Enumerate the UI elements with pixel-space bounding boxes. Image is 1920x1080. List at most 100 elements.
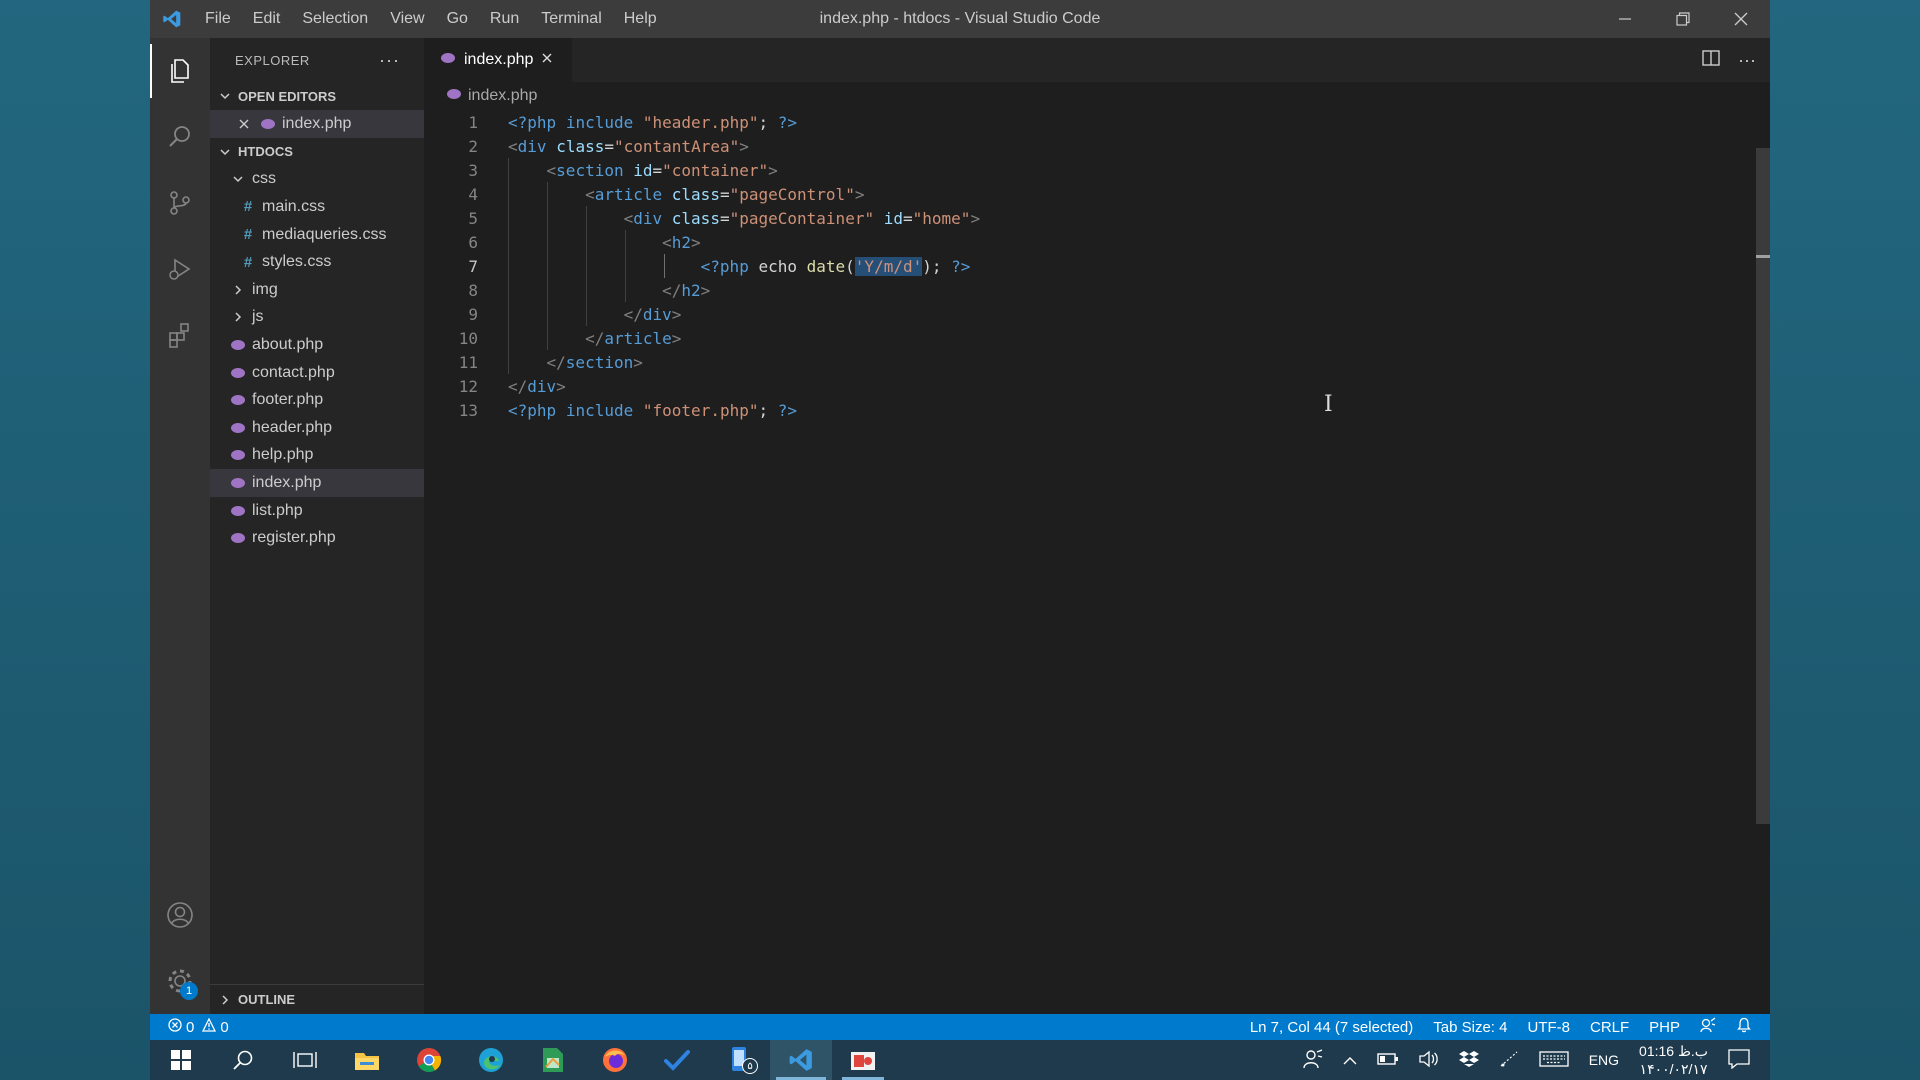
file-label: register.php <box>252 529 336 547</box>
file-footer-php[interactable]: footer.php <box>210 386 424 414</box>
file-label: help.php <box>252 446 314 464</box>
editor-area: index.php ··· index.php 1 <?php include … <box>424 38 1770 1014</box>
close-window-button[interactable] <box>1712 0 1770 38</box>
account-icon[interactable] <box>150 882 210 948</box>
code-line: 12 </div> <box>424 374 1770 398</box>
people-icon[interactable] <box>1302 1048 1323 1072</box>
file-main-css[interactable]: # main.css <box>210 193 424 221</box>
run-debug-icon[interactable] <box>150 236 210 302</box>
file-contact-php[interactable]: contact.php <box>210 359 424 387</box>
css-file-icon: # <box>243 253 253 271</box>
open-editors-label: OPEN EDITORS <box>238 88 337 104</box>
action-center-icon[interactable] <box>1728 1048 1750 1072</box>
more-actions-icon[interactable]: ··· <box>379 50 400 71</box>
menu-file[interactable]: File <box>194 10 242 28</box>
file-index-php[interactable]: index.php <box>210 469 424 497</box>
line-number: 11 <box>458 352 478 372</box>
restore-button[interactable] <box>1654 0 1712 38</box>
chrome-icon[interactable] <box>398 1040 460 1080</box>
search-icon[interactable] <box>150 104 210 170</box>
search-icon[interactable] <box>212 1040 274 1080</box>
menu-go[interactable]: Go <box>436 10 479 28</box>
file-header-php[interactable]: header.php <box>210 414 424 442</box>
keyboard-icon[interactable] <box>1539 1050 1569 1071</box>
code-text: <?php include "footer.php"; ?> <box>508 400 798 420</box>
todo-icon[interactable] <box>646 1040 708 1080</box>
windows-start-icon[interactable] <box>150 1040 212 1080</box>
end-of-line[interactable]: CRLF <box>1590 1019 1629 1036</box>
breadcrumb-file[interactable]: index.php <box>468 87 537 105</box>
tab-index-php[interactable]: index.php <box>424 38 572 82</box>
file-list-php[interactable]: list.php <box>210 497 424 525</box>
editor-actions: ··· <box>1702 38 1756 82</box>
task-view-icon[interactable] <box>274 1040 336 1080</box>
close-icon[interactable] <box>234 118 254 130</box>
folder-label: img <box>252 280 278 298</box>
workbench: 1 EXPLORER ··· OPEN EDITORS index.php HT… <box>150 38 1770 1014</box>
phone-icon[interactable]: ۵ <box>708 1040 770 1080</box>
file-styles-css[interactable]: # styles.css <box>210 248 424 276</box>
folder-img[interactable]: img <box>210 276 424 304</box>
menu-run[interactable]: Run <box>479 10 530 28</box>
code-editor[interactable]: 1 <?php include "header.php"; ?> 2 <div … <box>424 110 1770 1014</box>
volume-icon[interactable] <box>1419 1050 1439 1071</box>
settings-badge: 1 <box>180 982 198 1000</box>
chevron-down-icon <box>216 146 234 158</box>
desktop-background-right <box>1770 0 1920 1080</box>
folder-label: js <box>252 308 264 326</box>
source-control-icon[interactable] <box>150 170 210 236</box>
more-actions-icon[interactable]: ··· <box>1738 50 1756 71</box>
folder-js[interactable]: js <box>210 304 424 332</box>
chevron-down-icon <box>216 90 234 102</box>
scrollbar-cursor-marker <box>1756 255 1770 258</box>
file-register-php[interactable]: register.php <box>210 524 424 552</box>
htdocs-folder-header[interactable]: HTDOCS <box>210 138 424 166</box>
sheets-icon[interactable] <box>522 1040 584 1080</box>
explorer-icon[interactable] <box>150 38 210 104</box>
snip-icon[interactable] <box>832 1040 894 1080</box>
file-label: contact.php <box>252 363 335 381</box>
file-help-php[interactable]: help.php <box>210 442 424 470</box>
folder-css[interactable]: css <box>210 166 424 194</box>
extensions-icon[interactable] <box>150 302 210 368</box>
dropbox-icon[interactable] <box>1458 1050 1479 1071</box>
clock[interactable]: 01:16 ب.ظ ۱۴۰۰/۰۲/۱۷ <box>1639 1042 1708 1078</box>
battery-icon[interactable] <box>1376 1052 1399 1069</box>
file-label: about.php <box>252 335 324 353</box>
minimize-button[interactable] <box>1596 0 1654 38</box>
line-number: 13 <box>458 400 478 420</box>
chevron-up-icon[interactable] <box>1343 1052 1357 1068</box>
network-icon[interactable] <box>1499 1050 1519 1071</box>
file-about-php[interactable]: about.php <box>210 331 424 359</box>
php-file-icon <box>228 394 248 406</box>
open-editors-header[interactable]: OPEN EDITORS <box>210 82 424 110</box>
tab-size[interactable]: Tab Size: 4 <box>1433 1019 1507 1036</box>
open-editor-item[interactable]: index.php <box>210 110 424 138</box>
language-mode[interactable]: PHP <box>1649 1019 1680 1036</box>
file-explorer-icon[interactable] <box>336 1040 398 1080</box>
settings-gear-icon[interactable]: 1 <box>150 948 210 1014</box>
editor-scrollbar[interactable] <box>1756 148 1770 824</box>
code-line: 13 <?php include "footer.php"; ?> <box>424 398 1770 422</box>
firefox-icon[interactable] <box>584 1040 646 1080</box>
edge-icon[interactable] <box>460 1040 522 1080</box>
vscode-icon[interactable] <box>770 1040 832 1080</box>
notifications-bell-icon[interactable] <box>1736 1017 1752 1037</box>
menu-help[interactable]: Help <box>613 10 668 28</box>
split-editor-icon[interactable] <box>1702 49 1720 71</box>
menu-selection[interactable]: Selection <box>291 10 379 28</box>
menu-terminal[interactable]: Terminal <box>530 10 612 28</box>
language-indicator[interactable]: ENG <box>1589 1052 1619 1068</box>
feedback-icon[interactable] <box>1700 1017 1716 1037</box>
code-line: 10 </article> <box>424 326 1770 350</box>
problems-indicator[interactable]: 0 0 <box>150 1017 229 1036</box>
menu-view[interactable]: View <box>379 10 435 28</box>
menu-edit[interactable]: Edit <box>242 10 292 28</box>
close-tab-icon[interactable] <box>541 51 553 69</box>
file-mediaqueries-css[interactable]: # mediaqueries.css <box>210 221 424 249</box>
chevron-right-icon <box>228 311 248 323</box>
chevron-right-icon <box>216 994 234 1006</box>
outline-header[interactable]: OUTLINE <box>210 984 424 1014</box>
cursor-position[interactable]: Ln 7, Col 44 (7 selected) <box>1250 1019 1413 1036</box>
encoding[interactable]: UTF-8 <box>1527 1019 1570 1036</box>
